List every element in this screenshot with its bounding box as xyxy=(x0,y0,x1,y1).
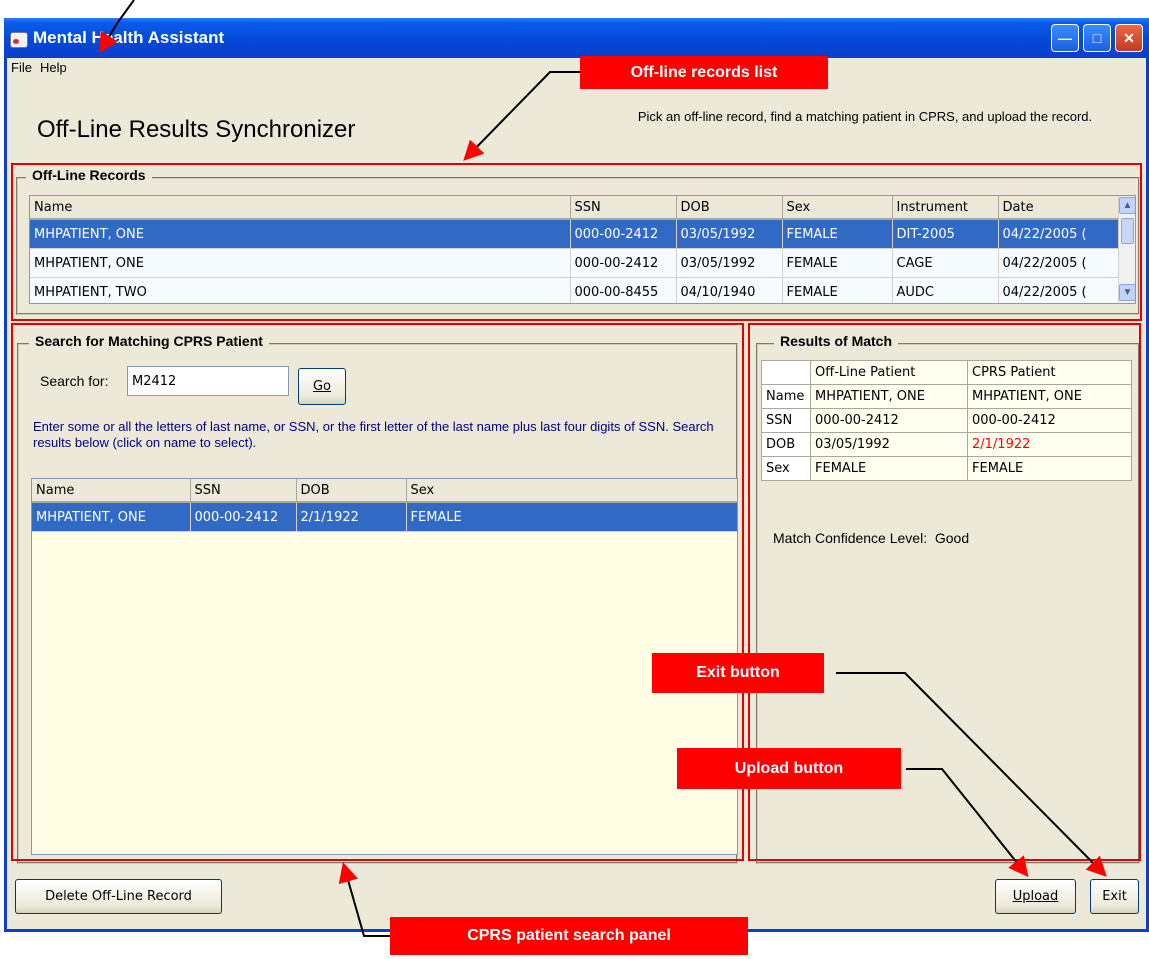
offline-list-callout-arrow xyxy=(463,71,580,161)
callout-arrows xyxy=(98,0,1107,937)
callout-upload-button: Upload button xyxy=(677,748,901,789)
menu-callout-arrow xyxy=(98,0,135,54)
callout-offline-records-list: Off-line records list xyxy=(580,56,828,89)
upload-callout-arrow xyxy=(906,768,1029,878)
callout-exit-button: Exit button xyxy=(652,653,824,693)
search-panel-callout-arrow xyxy=(338,862,390,937)
callout-search-panel: CPRS patient search panel xyxy=(390,917,748,955)
